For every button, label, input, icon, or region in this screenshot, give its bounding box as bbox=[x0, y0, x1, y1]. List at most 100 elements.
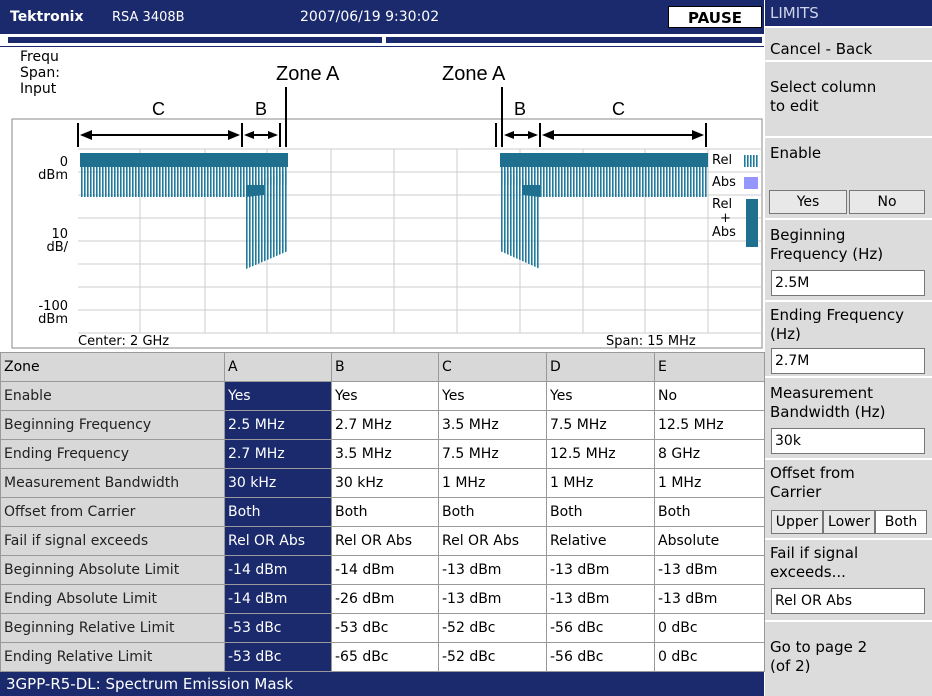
table-row: Ending Relative Limit -53 dBc -65 dBc -52 d… bbox=[0, 642, 765, 672]
progress-bar bbox=[0, 34, 764, 47]
table-cell[interactable]: -52 dBc bbox=[438, 613, 547, 643]
table-cell[interactable]: 2.5 MHz bbox=[224, 410, 332, 440]
zone-column-header[interactable]: B bbox=[331, 352, 439, 382]
measurement-bandwidth-input[interactable]: 30k bbox=[771, 428, 925, 454]
row-label: Ending Frequency bbox=[0, 439, 225, 469]
status-bar: 3GPP-R5-DL: Spectrum Emission Mask bbox=[0, 672, 764, 696]
offset-lower-button[interactable]: Lower bbox=[823, 510, 875, 534]
offset-both-button[interactable]: Both bbox=[875, 510, 927, 534]
spectrum-graph bbox=[11, 87, 763, 349]
table-cell[interactable]: -53 dBc bbox=[224, 642, 332, 672]
spectrum-display: Frequ Span: Input Zone A Zone A C B B C bbox=[0, 47, 764, 351]
table-cell[interactable]: -56 dBc bbox=[546, 613, 655, 643]
table-cell[interactable]: 3.5 MHz bbox=[438, 410, 547, 440]
zone-column-header[interactable]: D bbox=[546, 352, 655, 382]
table-cell[interactable]: Yes bbox=[438, 381, 547, 411]
table-cell[interactable]: -13 dBm bbox=[438, 584, 547, 614]
fail-label-1: Fail if signal bbox=[770, 544, 859, 562]
offset-label-2: Carrier bbox=[770, 483, 822, 501]
table-cell[interactable]: 12.5 MHz bbox=[654, 410, 765, 440]
enable-control: Enable Yes No bbox=[765, 138, 932, 220]
table-cell[interactable]: 0 dBc bbox=[654, 613, 765, 643]
table-cell[interactable]: Yes bbox=[546, 381, 655, 411]
table-cell[interactable]: 2.7 MHz bbox=[331, 410, 439, 440]
model-label: RSA 3408B bbox=[112, 10, 185, 25]
table-cell[interactable]: 3.5 MHz bbox=[331, 439, 439, 469]
go-to-page-2-button[interactable]: Go to page 2 (of 2) bbox=[765, 622, 932, 696]
zone-column-header[interactable]: E bbox=[654, 352, 765, 382]
table-cell[interactable]: Rel OR Abs bbox=[438, 526, 547, 556]
table-cell[interactable]: Relative bbox=[546, 526, 655, 556]
measurement-bandwidth-label-2: Bandwidth (Hz) bbox=[770, 403, 886, 421]
zone-column-header[interactable]: A bbox=[224, 352, 332, 382]
progress-segment-2 bbox=[386, 37, 762, 43]
limits-title: LIMITS bbox=[770, 4, 819, 22]
row-label: Ending Absolute Limit bbox=[0, 584, 225, 614]
ending-frequency-label-1: Ending Frequency bbox=[770, 306, 904, 324]
table-cell[interactable]: -52 dBc bbox=[438, 642, 547, 672]
table-cell[interactable]: -53 dBc bbox=[331, 613, 439, 643]
measurement-bandwidth-control: Measurement Bandwidth (Hz) 30k bbox=[765, 378, 932, 460]
table-row: Enable Yes Yes Yes Yes No bbox=[0, 381, 765, 411]
table-cell[interactable]: Both bbox=[331, 497, 439, 527]
table-cell[interactable]: Rel OR Abs bbox=[224, 526, 332, 556]
table-cell[interactable]: -13 dBm bbox=[654, 555, 765, 585]
table-cell[interactable]: -13 dBm bbox=[438, 555, 547, 585]
pause-status[interactable]: PAUSE bbox=[668, 6, 762, 28]
offset-upper-button[interactable]: Upper bbox=[771, 510, 823, 534]
table-cell[interactable]: 1 MHz bbox=[546, 468, 655, 498]
table-header-row: Zone A B C D E bbox=[0, 352, 765, 382]
table-cell[interactable]: -56 dBc bbox=[546, 642, 655, 672]
enable-label: Enable bbox=[770, 144, 822, 162]
table-cell[interactable]: 2.7 MHz bbox=[224, 439, 332, 469]
brand-label: Tektronix bbox=[10, 9, 84, 25]
y-axis-bottom-unit: dBm bbox=[38, 312, 68, 327]
table-row: Ending Absolute Limit -14 dBm -26 dBm -13 d… bbox=[0, 584, 765, 614]
table-cell[interactable]: 12.5 MHz bbox=[546, 439, 655, 469]
row-label: Offset from Carrier bbox=[0, 497, 225, 527]
zone-column-header[interactable]: C bbox=[438, 352, 547, 382]
table-cell[interactable]: -65 dBc bbox=[331, 642, 439, 672]
table-cell[interactable]: -14 dBm bbox=[331, 555, 439, 585]
table-cell[interactable]: No bbox=[654, 381, 765, 411]
select-column-button[interactable]: Select column to edit bbox=[765, 62, 932, 138]
enable-no-button[interactable]: No bbox=[849, 190, 925, 214]
legend-abs: Abs bbox=[712, 175, 736, 190]
limits-side-panel: LIMITS Cancel - Back Select column to ed… bbox=[765, 0, 932, 696]
table-cell[interactable]: Both bbox=[546, 497, 655, 527]
table-cell[interactable]: Both bbox=[224, 497, 332, 527]
row-label: Fail if signal exceeds bbox=[0, 526, 225, 556]
ending-frequency-input[interactable]: 2.7M bbox=[771, 348, 925, 374]
table-cell[interactable]: 8 GHz bbox=[654, 439, 765, 469]
beginning-frequency-input[interactable]: 2.5M bbox=[771, 270, 925, 296]
table-cell[interactable]: -13 dBm bbox=[546, 584, 655, 614]
table-cell[interactable]: -14 dBm bbox=[224, 555, 332, 585]
table-cell[interactable]: -53 dBc bbox=[224, 613, 332, 643]
measurement-bandwidth-label-1: Measurement bbox=[770, 384, 873, 402]
table-cell[interactable]: 30 kHz bbox=[224, 468, 332, 498]
cancel-back-button[interactable]: Cancel - Back bbox=[765, 28, 932, 62]
table-cell[interactable]: Absolute bbox=[654, 526, 765, 556]
table-cell[interactable]: 7.5 MHz bbox=[438, 439, 547, 469]
go-to-page-label-1: Go to page 2 bbox=[770, 638, 868, 656]
fail-if-exceeds-select[interactable]: Rel OR Abs bbox=[771, 588, 925, 614]
legend-relabs-1: Rel bbox=[712, 197, 733, 212]
table-cell[interactable]: 1 MHz bbox=[438, 468, 547, 498]
table-cell[interactable]: Both bbox=[654, 497, 765, 527]
table-cell[interactable]: 0 dBc bbox=[654, 642, 765, 672]
table-cell[interactable]: 1 MHz bbox=[654, 468, 765, 498]
table-cell[interactable]: Yes bbox=[224, 381, 332, 411]
table-cell[interactable]: Yes bbox=[331, 381, 439, 411]
table-cell[interactable]: 30 kHz bbox=[331, 468, 439, 498]
enable-yes-button[interactable]: Yes bbox=[769, 190, 847, 214]
span-frequency: Span: 15 MHz bbox=[606, 334, 696, 349]
table-cell[interactable]: Both bbox=[438, 497, 547, 527]
table-cell[interactable]: -26 dBm bbox=[331, 584, 439, 614]
table-row: Ending Frequency 2.7 MHz 3.5 MHz 7.5 MHz 12.… bbox=[0, 439, 765, 469]
table-cell[interactable]: -13 dBm bbox=[546, 555, 655, 585]
table-cell[interactable]: -14 dBm bbox=[224, 584, 332, 614]
table-cell[interactable]: Rel OR Abs bbox=[331, 526, 439, 556]
row-label: Beginning Absolute Limit bbox=[0, 555, 225, 585]
table-cell[interactable]: -13 dBm bbox=[654, 584, 765, 614]
table-cell[interactable]: 7.5 MHz bbox=[546, 410, 655, 440]
